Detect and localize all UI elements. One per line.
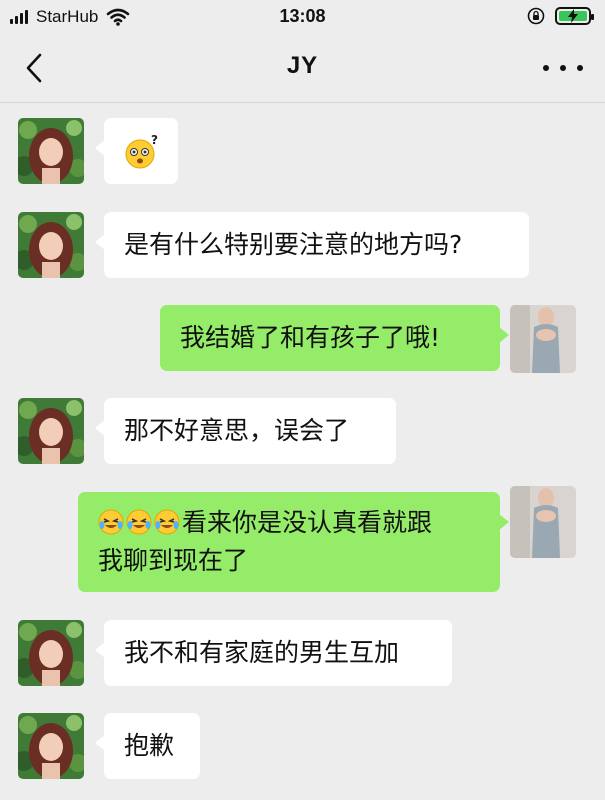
- my-avatar[interactable]: [510, 305, 576, 373]
- contact-avatar[interactable]: [18, 620, 84, 686]
- message-text: 是有什么特别要注意的地方吗?: [124, 230, 463, 259]
- message-bubble-outgoing[interactable]: 看来你是没认真看就跟 我聊到现在了: [78, 492, 509, 592]
- message-text: 看来你是没认真看就跟: [182, 508, 433, 537]
- message-text: 我结婚了和有孩子了哦!: [180, 323, 441, 352]
- contact-avatar[interactable]: [18, 212, 84, 278]
- message-text-line1: 看来你是没认真看就跟: [98, 504, 480, 542]
- message-bubble-incoming[interactable]: 那不好意思，误会了: [95, 398, 396, 464]
- flushed-question-emoji: ?: [125, 133, 158, 169]
- my-avatar[interactable]: [510, 486, 576, 558]
- message-text: 抱歉: [124, 731, 175, 760]
- more-options-button[interactable]: [543, 56, 583, 80]
- status-bar: StarHub 13:08: [0, 0, 605, 34]
- chat-header: JY: [0, 34, 605, 103]
- message-text: 那不好意思，误会了: [124, 416, 350, 445]
- more-dots-icon: [543, 65, 549, 71]
- message-bubble-incoming[interactable]: 抱歉: [95, 713, 200, 779]
- chat-title: JY: [286, 52, 319, 79]
- battery-charging-icon: [555, 7, 594, 25]
- clock: 13:08: [279, 6, 326, 26]
- svg-text:?: ?: [151, 133, 158, 147]
- contact-avatar[interactable]: [18, 713, 84, 779]
- contact-avatar[interactable]: [18, 398, 84, 464]
- crying-laughing-emoji: [98, 509, 124, 535]
- message-bubble-incoming[interactable]: 是有什么特别要注意的地方吗?: [95, 212, 529, 278]
- message-bubble-incoming[interactable]: 我不和有家庭的男生互加: [95, 620, 452, 686]
- crying-laughing-emoji: [154, 509, 180, 535]
- message-bubble-incoming[interactable]: ?: [95, 118, 178, 184]
- contact-avatar[interactable]: [18, 118, 84, 184]
- status-right: [527, 7, 594, 25]
- crying-laughing-emoji: [126, 509, 152, 535]
- message-text: 我不和有家庭的男生互加: [124, 638, 400, 667]
- orientation-lock-icon: [527, 7, 545, 25]
- message-text-line2: 我聊到现在了: [98, 546, 249, 575]
- message-bubble-outgoing[interactable]: 我结婚了和有孩子了哦!: [160, 305, 509, 371]
